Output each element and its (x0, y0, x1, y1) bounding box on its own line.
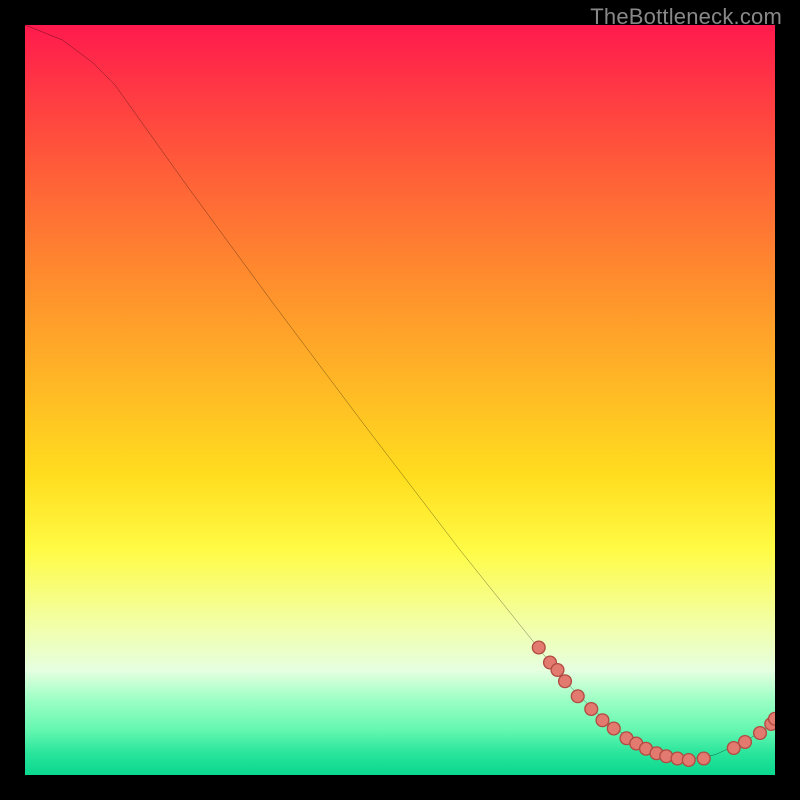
data-dot (754, 727, 767, 740)
bottleneck-curve (25, 25, 775, 760)
data-dot (571, 690, 584, 703)
data-dot (682, 754, 695, 767)
curve-layer (25, 25, 775, 775)
data-dot (697, 752, 710, 765)
data-dot (585, 703, 598, 716)
data-dot (607, 722, 620, 735)
data-dot (551, 664, 564, 677)
data-dots (532, 641, 775, 766)
data-dot (739, 736, 752, 749)
plot-area (25, 25, 775, 775)
data-dot (532, 641, 545, 654)
data-dot (769, 712, 775, 725)
data-dot (660, 750, 673, 763)
chart-frame: { "watermark": "TheBottleneck.com", "col… (0, 0, 800, 800)
data-dot (596, 714, 609, 727)
data-dot (559, 675, 572, 688)
